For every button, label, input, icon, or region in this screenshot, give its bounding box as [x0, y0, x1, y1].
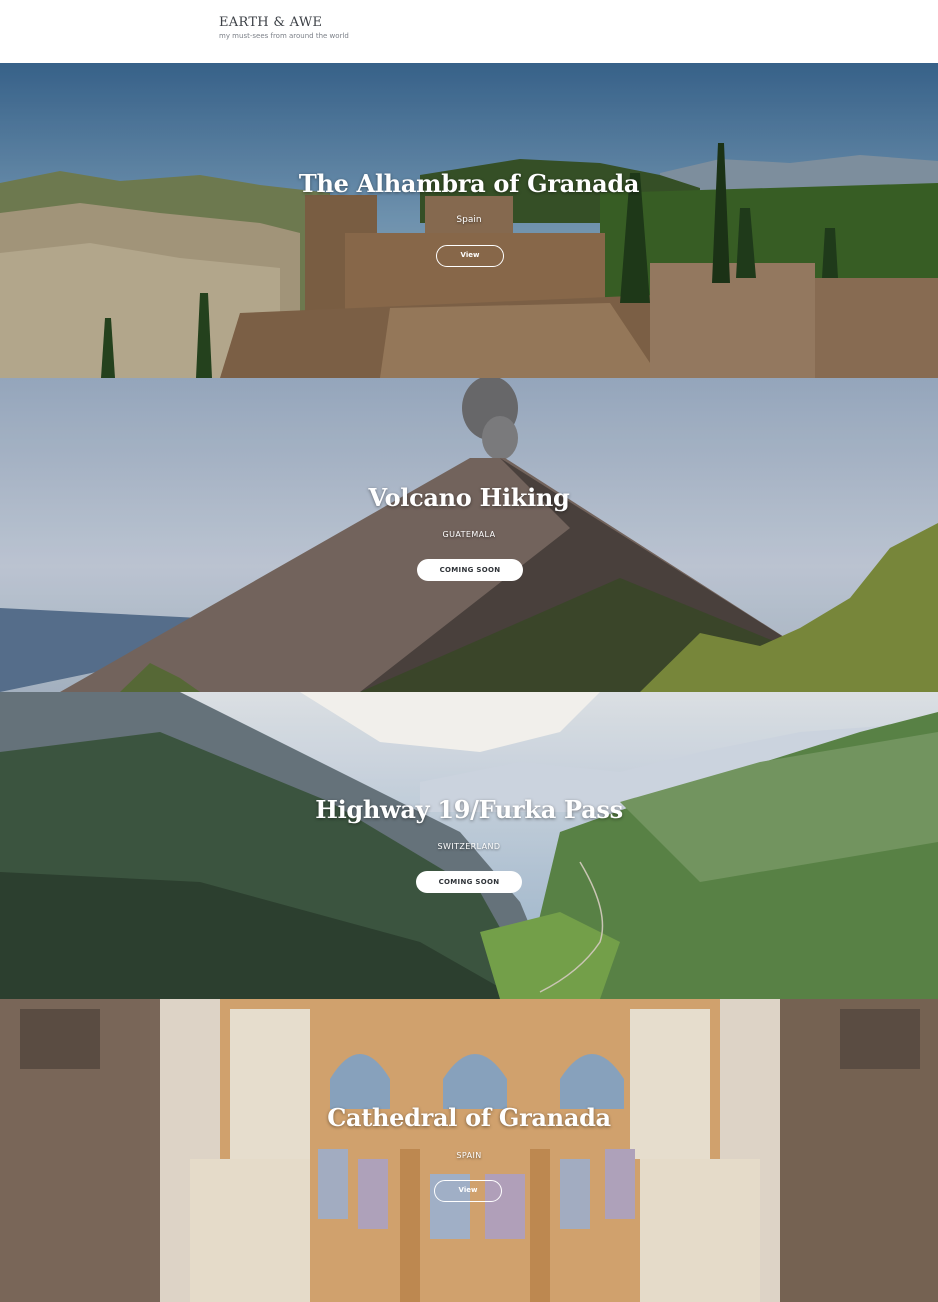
site-header: EARTH & AWE my must-sees from around the… [0, 0, 938, 63]
section-title: Cathedral of Granada [327, 1103, 611, 1132]
coming-soon-button[interactable]: COMING SOON [416, 871, 522, 893]
hero-overlay: Highway 19/Furka Pass SWITZERLAND COMING… [0, 692, 938, 999]
section-title: Highway 19/Furka Pass [315, 795, 623, 824]
view-button[interactable]: View [436, 245, 504, 267]
section-subtitle: GUATEMALA [442, 530, 496, 539]
hero-overlay: Cathedral of Granada SPAIN View [0, 999, 938, 1302]
view-button[interactable]: View [434, 1180, 502, 1202]
hero-overlay: Volcano Hiking GUATEMALA COMING SOON [0, 378, 938, 692]
hero-section-alhambra: The Alhambra of Granada Spain View [0, 63, 938, 378]
section-subtitle: SPAIN [456, 1151, 482, 1160]
brand[interactable]: EARTH & AWE my must-sees from around the… [219, 15, 349, 40]
hero-overlay: The Alhambra of Granada Spain View [0, 63, 938, 378]
section-title: The Alhambra of Granada [298, 169, 640, 198]
section-subtitle: Spain [456, 215, 482, 225]
section-title: Volcano Hiking [368, 483, 570, 512]
site-tagline: my must-sees from around the world [219, 32, 349, 40]
hero-section-volcano: Volcano Hiking GUATEMALA COMING SOON [0, 378, 938, 692]
site-title[interactable]: EARTH & AWE [219, 15, 349, 31]
hero-section-furka-pass: Highway 19/Furka Pass SWITZERLAND COMING… [0, 692, 938, 999]
coming-soon-button[interactable]: COMING SOON [417, 559, 523, 581]
section-subtitle: SWITZERLAND [437, 842, 501, 851]
hero-section-cathedral: Cathedral of Granada SPAIN View [0, 999, 938, 1302]
